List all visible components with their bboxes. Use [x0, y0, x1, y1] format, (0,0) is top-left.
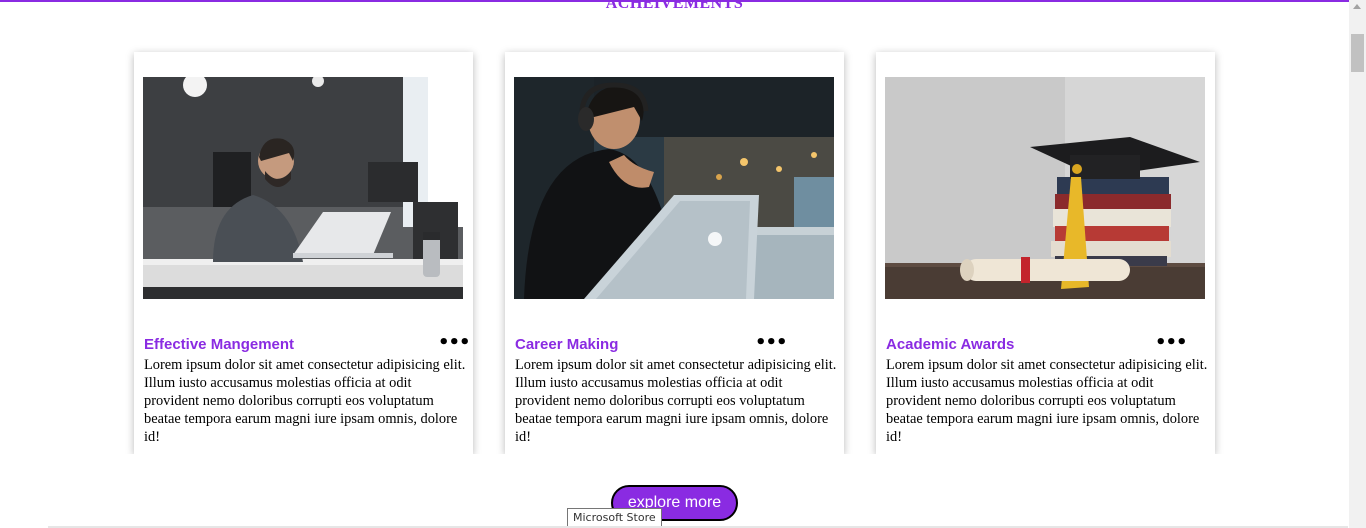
more-options-icon[interactable]: •••	[1155, 332, 1188, 353]
card-image-man-headphones	[514, 77, 834, 299]
office-photo-illustration	[143, 77, 463, 299]
cafe-photo-illustration	[514, 77, 834, 299]
card-title: Academic Awards	[886, 336, 1015, 353]
tooltip: Microsoft Store	[567, 508, 662, 527]
section-title: ACHEIVEMENTS	[605, 0, 744, 12]
card-image-man-working	[143, 77, 463, 299]
card-description: Lorem ipsum dolor sit amet consectetur a…	[515, 357, 837, 445]
scroll-up-arrow-icon[interactable]	[1353, 4, 1361, 9]
vertical-scrollbar[interactable]	[1349, 0, 1366, 528]
scrollbar-thumb[interactable]	[1351, 34, 1364, 72]
achievement-card-career: Career Making ••• Lorem ipsum dolor sit …	[505, 52, 844, 454]
more-options-icon[interactable]: •••	[438, 332, 471, 353]
achievement-card-management: Effective Mangement ••• Lorem ipsum dolo…	[134, 52, 473, 454]
graduation-photo-illustration	[885, 77, 1205, 299]
card-description: Lorem ipsum dolor sit amet consectetur a…	[144, 357, 466, 445]
card-image-graduation	[885, 77, 1205, 299]
section-bottom-overlay	[0, 454, 1349, 474]
achievement-card-academic: Academic Awards ••• Lorem ipsum dolor si…	[876, 52, 1215, 454]
card-description: Lorem ipsum dolor sit amet consectetur a…	[886, 357, 1208, 445]
more-options-icon[interactable]: •••	[755, 332, 788, 353]
card-title: Career Making	[515, 336, 619, 353]
card-title: Effective Mangement	[144, 336, 295, 353]
